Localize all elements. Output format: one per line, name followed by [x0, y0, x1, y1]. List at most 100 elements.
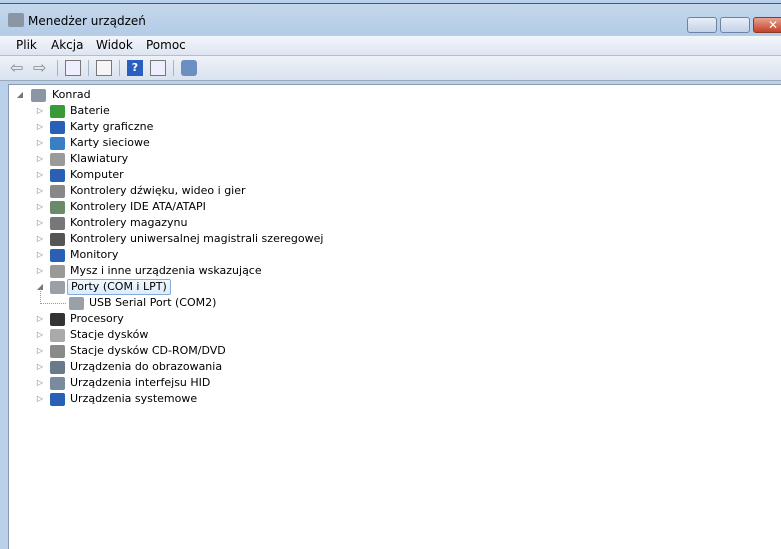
maximize-button[interactable] [720, 17, 750, 33]
expand-icon[interactable]: ▷ [36, 135, 44, 151]
tree-category-label: Urządzenia systemowe [70, 392, 198, 405]
tree-category-label: Karty sieciowe [70, 136, 150, 149]
device-category-icon [50, 169, 65, 182]
tree-category[interactable]: ▷ Karty sieciowe [9, 135, 409, 151]
minimize-button[interactable] [687, 17, 717, 33]
expand-icon[interactable]: ▷ [36, 327, 44, 343]
tree-category[interactable]: ▷ Baterie [9, 103, 409, 119]
device-category-icon [50, 329, 65, 342]
tree-root[interactable]: ◢ Konrad [9, 87, 309, 103]
device-category-icon [50, 265, 65, 278]
separator [173, 60, 174, 76]
expand-icon[interactable]: ▷ [36, 231, 44, 247]
expand-icon[interactable]: ▷ [36, 215, 44, 231]
device-category-icon [50, 105, 65, 118]
scan-hardware-icon[interactable] [181, 60, 197, 76]
device-category-icon [50, 377, 65, 390]
tree-category-label: Porty (COM i LPT) [67, 279, 171, 295]
back-icon[interactable]: ⇦ [10, 60, 26, 76]
close-button[interactable]: ✕ [753, 17, 781, 33]
device-category-icon [50, 393, 65, 406]
tree-category[interactable]: ▷ Urządzenia interfejsu HID [9, 375, 409, 391]
tree-device-label: USB Serial Port (COM2) [89, 296, 217, 309]
expand-icon[interactable]: ▷ [36, 343, 44, 359]
expand-icon[interactable]: ▷ [36, 167, 44, 183]
title-bar: Menedżer urządzeń ✕ [0, 3, 781, 37]
expand-icon[interactable]: ▷ [36, 359, 44, 375]
tree-category-label: Mysz i inne urządzenia wskazujące [70, 264, 262, 277]
collapse-icon[interactable]: ◢ [16, 87, 24, 103]
tree-category-label: Kontrolery magazynu [70, 216, 188, 229]
menu-pomoc[interactable]: Pomoc [146, 38, 186, 52]
device-tree[interactable]: ◢ Konrad ▷ Baterie ▷ Karty graficzne ▷ Karty … [8, 84, 781, 549]
device-manager-icon [8, 13, 24, 27]
device-category-icon [50, 345, 65, 358]
action-pane-icon[interactable] [150, 60, 166, 76]
tree-category-label: Komputer [70, 168, 124, 181]
separator [119, 60, 120, 76]
tree-category[interactable]: ▷ Karty graficzne [9, 119, 409, 135]
tree-category[interactable]: ▷ Klawiatury [9, 151, 409, 167]
expand-icon[interactable]: ▷ [36, 311, 44, 327]
menu-akcja[interactable]: Akcja [51, 38, 83, 52]
tree-category-label: Procesory [70, 312, 124, 325]
expand-icon[interactable]: ▷ [36, 375, 44, 391]
show-hide-console-tree-icon[interactable] [65, 60, 81, 76]
tree-category-label: Baterie [70, 104, 110, 117]
computer-icon [31, 89, 46, 102]
separator [88, 60, 89, 76]
tree-category-label: Kontrolery uniwersalnej magistrali szere… [70, 232, 324, 245]
expand-icon[interactable]: ▷ [36, 151, 44, 167]
device-category-icon [50, 217, 65, 230]
menu-plik[interactable]: Plik [16, 38, 37, 52]
tree-category-label: Monitory [70, 248, 119, 261]
device-category-icon [50, 249, 65, 262]
tree-category[interactable]: ◢ Porty (COM i LPT) [9, 279, 409, 295]
device-category-icon [50, 185, 65, 198]
expand-icon[interactable]: ▷ [36, 119, 44, 135]
tree-category-label: Karty graficzne [70, 120, 154, 133]
properties-icon[interactable] [96, 60, 112, 76]
tree-category-label: Stacje dysków [70, 328, 149, 341]
tree-category[interactable]: ▷ Mysz i inne urządzenia wskazujące [9, 263, 409, 279]
expand-icon[interactable]: ▷ [36, 391, 44, 407]
window-title: Menedżer urządzeń [28, 14, 146, 28]
tree-category[interactable]: ▷ Kontrolery uniwersalnej magistrali szer… [9, 231, 409, 247]
tree-category[interactable]: ▷ Kontrolery magazynu [9, 215, 409, 231]
tree-category-label: Urządzenia do obrazowania [70, 360, 223, 373]
device-category-icon [50, 313, 65, 326]
tree-category[interactable]: ▷ Komputer [9, 167, 409, 183]
tree-category[interactable]: ▷ Stacje dysków [9, 327, 409, 343]
tree-root-label: Konrad [52, 88, 91, 101]
expand-icon[interactable]: ▷ [36, 247, 44, 263]
toolbar: ⇦ ⇨ ? [0, 56, 781, 81]
expand-icon[interactable]: ▷ [36, 103, 44, 119]
tree-category[interactable]: ▷ Kontrolery IDE ATA/ATAPI [9, 199, 409, 215]
forward-icon[interactable]: ⇨ [33, 60, 49, 76]
device-category-icon [50, 201, 65, 214]
expand-icon[interactable]: ▷ [36, 183, 44, 199]
tree-category[interactable]: ▷ Kontrolery dźwięku, wideo i gier [9, 183, 409, 199]
device-category-icon [50, 153, 65, 166]
device-category-icon [50, 361, 65, 374]
tree-category-label: Stacje dysków CD-ROM/DVD [70, 344, 226, 357]
tree-category-label: Urządzenia interfejsu HID [70, 376, 211, 389]
tree-category-label: Kontrolery IDE ATA/ATAPI [70, 200, 206, 213]
tree-category[interactable]: ▷ Monitory [9, 247, 409, 263]
tree-category[interactable]: ▷ Procesory [9, 311, 409, 327]
tree-category-label: Kontrolery dźwięku, wideo i gier [70, 184, 246, 197]
separator [57, 60, 58, 76]
expand-icon[interactable]: ▷ [36, 199, 44, 215]
tree-category[interactable]: ▷ Urządzenia systemowe [9, 391, 409, 407]
menu-bar: Plik Akcja Widok Pomoc [0, 36, 781, 56]
serial-port-icon [69, 297, 84, 310]
help-icon[interactable]: ? [127, 60, 143, 76]
device-category-icon [50, 233, 65, 246]
tree-category[interactable]: ▷ Urządzenia do obrazowania [9, 359, 409, 375]
tree-device[interactable]: USB Serial Port (COM2) [9, 295, 409, 311]
device-category-icon [50, 137, 65, 150]
menu-widok[interactable]: Widok [96, 38, 133, 52]
tree-category[interactable]: ▷ Stacje dysków CD-ROM/DVD [9, 343, 409, 359]
expand-icon[interactable]: ▷ [36, 263, 44, 279]
device-category-icon [50, 121, 65, 134]
